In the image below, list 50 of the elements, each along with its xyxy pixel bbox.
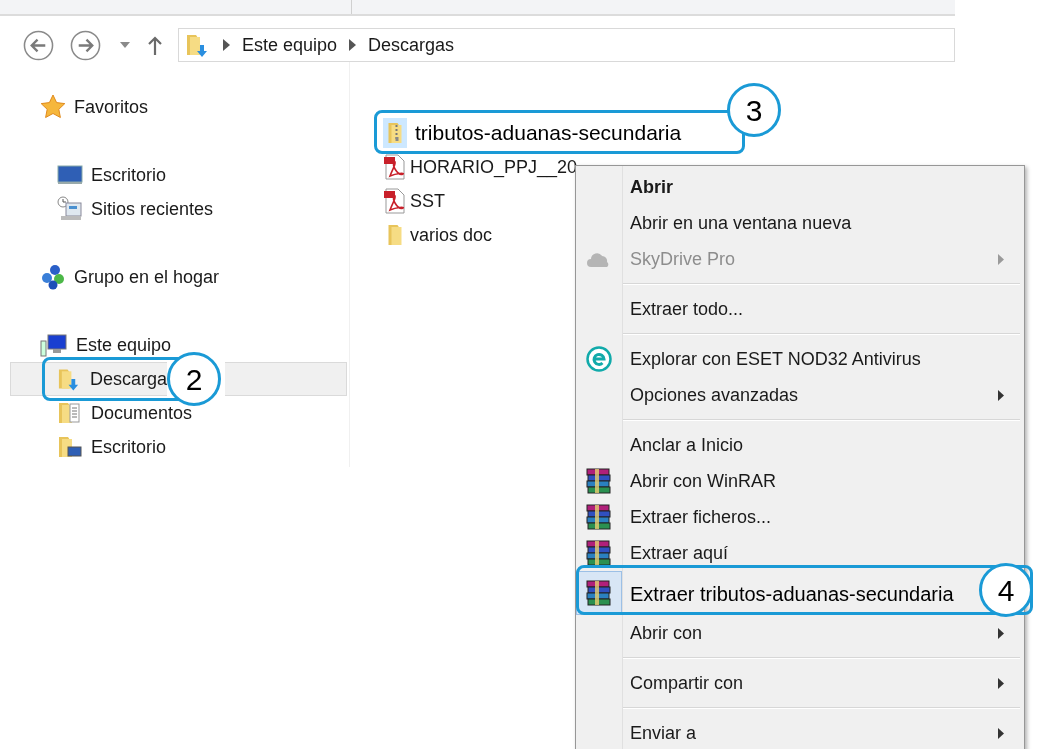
homegroup-icon xyxy=(40,264,66,290)
forward-icon[interactable] xyxy=(70,29,101,61)
menu-item[interactable]: Opciones avanzadas xyxy=(576,377,1024,413)
nav-group-label[interactable]: Grupo en el hogar xyxy=(74,263,220,291)
menu-item[interactable]: Abrir con WinRAR xyxy=(576,463,1024,499)
documents-folder-icon xyxy=(57,400,83,426)
menu-item[interactable]: Abrir con xyxy=(576,615,1024,651)
step-number-callout: 2 xyxy=(167,352,221,406)
step-number-callout: 3 xyxy=(727,83,781,137)
nav-item[interactable]: Descarga xyxy=(10,362,167,396)
menu-item[interactable]: Extraer tributos-aduanas-secundaria xyxy=(576,571,960,615)
menu-item[interactable]: Anclar a Inicio xyxy=(576,427,1024,463)
step-number-callout: 4 xyxy=(979,563,1033,617)
up-arrow-icon[interactable] xyxy=(147,35,163,55)
breadcrumb-item[interactable]: Este equipo xyxy=(242,31,338,59)
eset-logo-icon xyxy=(586,346,612,372)
desktop-folder-icon xyxy=(57,434,83,460)
books-icon xyxy=(585,580,613,606)
books-icon xyxy=(585,540,613,566)
chevron-right-icon xyxy=(349,39,357,51)
star-icon xyxy=(40,94,66,120)
menu-item[interactable]: Extraer todo... xyxy=(576,291,1024,327)
pdf-file-icon xyxy=(383,154,407,180)
file-item[interactable]: varios doc xyxy=(383,218,493,252)
pdf-file-icon xyxy=(383,188,407,214)
computer-icon xyxy=(40,333,68,357)
nav-group-label[interactable]: Favoritos xyxy=(74,93,149,121)
back-icon[interactable] xyxy=(23,29,54,61)
file-item[interactable]: HORARIO_PPJ__20 xyxy=(383,150,578,184)
folder-icon xyxy=(388,225,402,245)
nav-item[interactable]: Sitios recientes xyxy=(10,192,347,226)
menu-item[interactable]: Abrir xyxy=(576,169,1024,205)
recent-places-icon xyxy=(57,196,83,222)
address-bar[interactable]: Este equipo Descargas xyxy=(178,28,955,62)
books-icon xyxy=(585,504,613,530)
nav-item[interactable]: Escritorio xyxy=(10,158,347,192)
monitor-icon xyxy=(57,165,83,185)
zip-folder-icon xyxy=(388,123,402,143)
file-item[interactable]: tributos-aduanas-secundaria xyxy=(383,116,682,150)
file-item[interactable]: SST xyxy=(383,184,445,218)
dropdown-caret-icon[interactable] xyxy=(119,41,131,49)
menu-item[interactable]: Extraer ficheros... xyxy=(576,499,1024,535)
nav-item[interactable]: Escritorio xyxy=(10,430,347,464)
menu-item[interactable]: Abrir en una ventana nueva xyxy=(576,205,1024,241)
books-icon xyxy=(585,468,613,494)
menu-item[interactable]: Explorar con ESET NOD32 Antivirus xyxy=(576,341,1024,377)
menu-item[interactable]: Enviar a xyxy=(576,715,1024,749)
menu-item[interactable]: Compartir con xyxy=(576,665,1024,701)
chevron-right-icon xyxy=(223,39,230,51)
breadcrumb-item[interactable]: Descargas xyxy=(368,31,455,59)
